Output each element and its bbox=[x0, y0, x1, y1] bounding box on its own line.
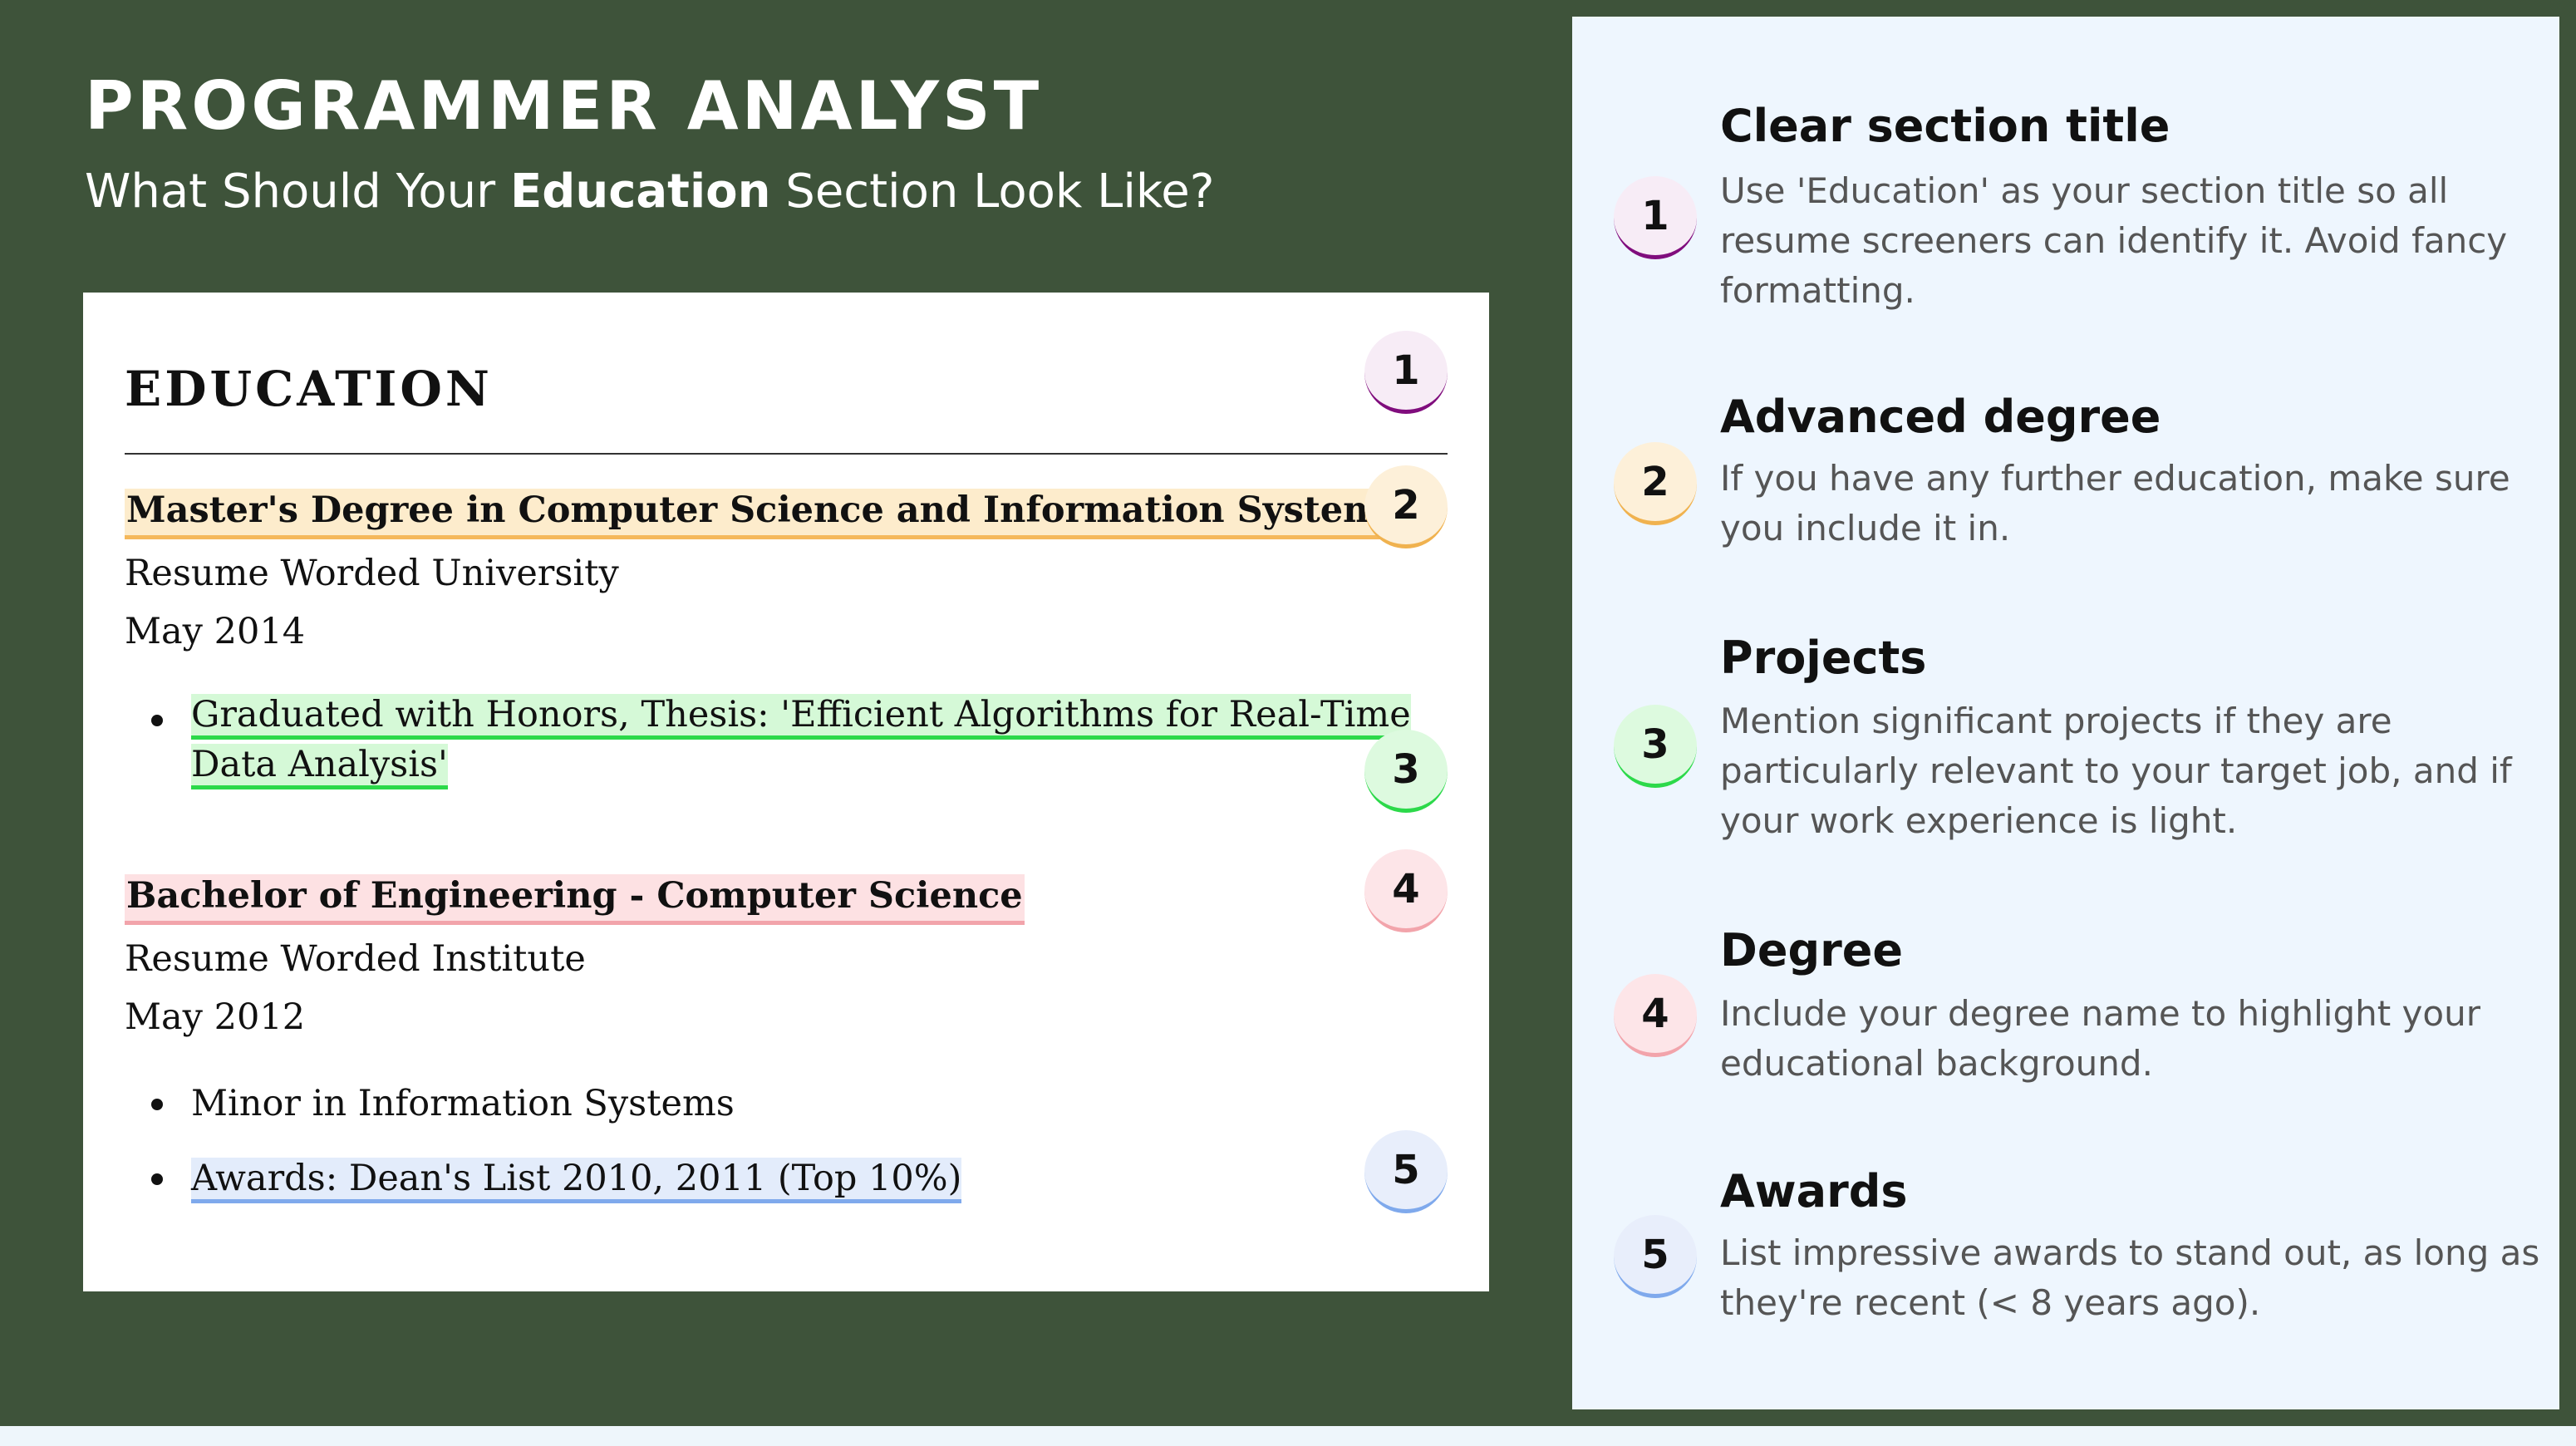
bullet-dot bbox=[151, 1099, 163, 1110]
marker-badge-2: 2 bbox=[1364, 465, 1448, 548]
subtitle-emphasis: Education bbox=[509, 165, 771, 219]
heading-divider bbox=[125, 453, 1448, 455]
bachelors-date: May 2012 bbox=[125, 996, 306, 1038]
tip-title: Advanced degree bbox=[1720, 391, 2161, 443]
masters-degree: Master's Degree in Computer Science and … bbox=[125, 489, 1403, 539]
tip-title: Awards bbox=[1720, 1165, 1908, 1217]
bullet-dot bbox=[151, 1173, 163, 1185]
awards-text: Awards: Dean's List 2010, 2011 (Top 10%) bbox=[191, 1158, 962, 1203]
page-title: PROGRAMMER ANALYST bbox=[85, 67, 1043, 145]
tip-title: Projects bbox=[1720, 632, 1927, 684]
marker-badge-4: 4 bbox=[1364, 849, 1448, 932]
tip-description: If you have any further education, make … bbox=[1720, 458, 2510, 548]
bottom-strip bbox=[0, 1426, 2576, 1446]
bachelors-degree: Bachelor of Engineering - Computer Scien… bbox=[125, 874, 1025, 925]
tip-number-badge: 4 bbox=[1614, 974, 1697, 1057]
marker-badge-1: 1 bbox=[1364, 331, 1448, 414]
subtitle-prefix: What Should Your bbox=[85, 165, 510, 219]
awards-bullet: Awards: Dean's List 2010, 2011 (Top 10%) bbox=[191, 1153, 962, 1203]
tips-panel: Clear section title 1 Use 'Education' as… bbox=[1572, 17, 2559, 1409]
masters-institution: Resume Worded University bbox=[125, 553, 619, 594]
marker-badge-3: 3 bbox=[1364, 730, 1448, 813]
bullet-dot bbox=[151, 715, 163, 726]
tip-number-badge: 1 bbox=[1614, 176, 1697, 259]
page-subtitle: What Should Your Education Section Look … bbox=[85, 166, 1214, 218]
tip-description: Use 'Education' as your section title so… bbox=[1720, 170, 2508, 311]
tip-number-badge: 5 bbox=[1614, 1215, 1697, 1298]
tip-description: Mention significant projects if they are… bbox=[1720, 701, 2512, 841]
tip-title: Degree bbox=[1720, 924, 1903, 976]
masters-thesis-bullet: Graduated with Honors, Thesis: 'Efficien… bbox=[191, 690, 1446, 789]
tip-title: Clear section title bbox=[1720, 100, 2170, 152]
minor-bullet: Minor in Information Systems bbox=[191, 1083, 735, 1124]
tip-description: List impressive awards to stand out, as … bbox=[1720, 1232, 2540, 1323]
education-heading: EDUCATION bbox=[125, 361, 493, 417]
tip-number-badge: 2 bbox=[1614, 442, 1697, 525]
thesis-text: Graduated with Honors, Thesis: 'Efficien… bbox=[191, 694, 1411, 789]
masters-date: May 2014 bbox=[125, 611, 306, 652]
page-background: PROGRAMMER ANALYST What Should Your Educ… bbox=[0, 0, 2576, 1426]
tip-description: Include your degree name to highlight yo… bbox=[1720, 993, 2480, 1084]
resume-education-card: EDUCATION 1 Master's Degree in Computer … bbox=[83, 293, 1489, 1291]
subtitle-suffix: Section Look Like? bbox=[770, 165, 1215, 219]
tip-number-badge: 3 bbox=[1614, 705, 1697, 788]
bachelors-institution: Resume Worded Institute bbox=[125, 938, 586, 980]
marker-badge-5: 5 bbox=[1364, 1130, 1448, 1213]
